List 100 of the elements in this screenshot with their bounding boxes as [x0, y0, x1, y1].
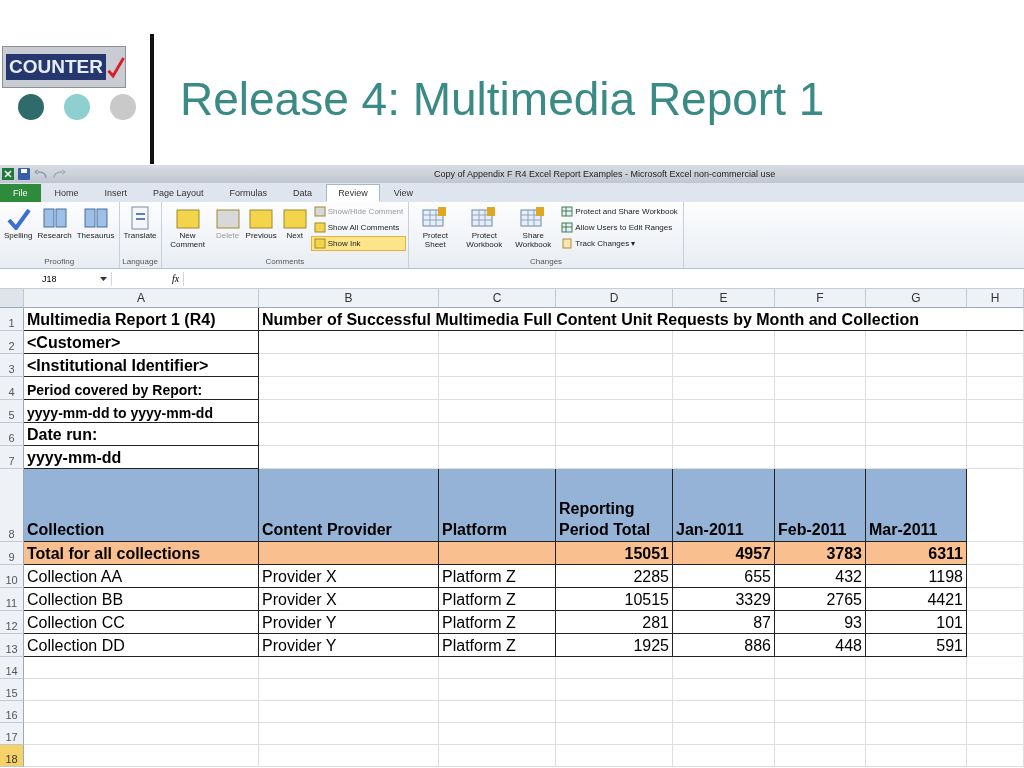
ribbon-button[interactable]: Translate	[121, 204, 159, 243]
column-header[interactable]: A	[24, 289, 259, 308]
table-cell: 4421	[866, 588, 967, 611]
column-header[interactable]: H	[967, 289, 1024, 308]
save-icon[interactable]	[18, 168, 30, 180]
note-icon	[174, 206, 201, 230]
table-cell: Collection	[24, 469, 259, 542]
ribbon-button[interactable]: Protect and Share Workbook	[558, 204, 681, 219]
ribbon-tab[interactable]: Page Layout	[141, 184, 216, 202]
window-title: Copy of Appendix F R4 Excel Report Examples - Microsoft Excel non-commercial use	[433, 169, 776, 179]
table-cell: 281	[556, 611, 673, 634]
name-box[interactable]: J18	[0, 271, 112, 286]
ribbon-tab[interactable]: Data	[281, 184, 325, 202]
table-cell	[967, 634, 1024, 657]
table-cell: 10515	[556, 588, 673, 611]
grid-icon	[422, 206, 449, 230]
ribbon-tab[interactable]: Home	[42, 184, 91, 202]
ribbon-button[interactable]: Protect Sheet	[411, 204, 460, 252]
row-header[interactable]: 6	[0, 423, 24, 446]
grid-icon	[471, 206, 498, 230]
ribbon-button[interactable]: Share Workbook	[509, 204, 558, 252]
table-cell: Platform Z	[439, 634, 556, 657]
table-cell: 591	[866, 634, 967, 657]
table-cell: 101	[866, 611, 967, 634]
file-tab[interactable]: File	[0, 184, 41, 202]
ribbon-button[interactable]: Show All Comments	[310, 220, 407, 235]
row-header[interactable]: 9	[0, 542, 24, 565]
table-cell	[967, 400, 1024, 423]
column-header[interactable]: F	[775, 289, 866, 308]
row-header[interactable]: 5	[0, 400, 24, 423]
ribbon-button[interactable]: Track Changes ▾	[558, 236, 681, 251]
table-cell	[967, 611, 1024, 634]
table-cell: Content Provider	[259, 469, 439, 542]
table-cell	[967, 542, 1024, 565]
row-header[interactable]: 4	[0, 377, 24, 400]
table-cell: Provider Y	[259, 611, 439, 634]
note-icon	[281, 206, 308, 230]
column-header[interactable]: E	[673, 289, 775, 308]
table-cell: 87	[673, 611, 775, 634]
ribbon-button[interactable]: Show Ink	[310, 236, 407, 251]
function-label[interactable]: fx	[168, 273, 184, 284]
row-header[interactable]: 11	[0, 588, 24, 611]
book-icon	[82, 206, 109, 230]
ribbon-button[interactable]: Thesaurus	[74, 204, 117, 243]
row-header[interactable]: 15	[0, 679, 24, 701]
row-header[interactable]: 17	[0, 723, 24, 745]
column-header[interactable]: D	[556, 289, 673, 308]
note-icon	[214, 206, 241, 230]
table-cell	[967, 446, 1024, 469]
excel-icon[interactable]	[2, 168, 14, 180]
spell-check-icon	[5, 206, 32, 230]
table-cell: Provider X	[259, 565, 439, 588]
group-label: Comments	[264, 257, 306, 268]
ribbon-button[interactable]: Research	[35, 204, 74, 243]
row-header[interactable]: 12	[0, 611, 24, 634]
select-all-corner[interactable]	[0, 289, 24, 308]
row-header[interactable]: 16	[0, 701, 24, 723]
row-header[interactable]: 7	[0, 446, 24, 469]
ribbon-button[interactable]: Next	[279, 204, 310, 243]
column-header[interactable]: B	[259, 289, 439, 308]
table-cell: Number of Successful Multimedia Full Content Unit Requests by Month and Collection	[259, 308, 1024, 331]
table-cell	[967, 331, 1024, 354]
row-header[interactable]: 2	[0, 331, 24, 354]
ribbon-tab[interactable]: Formulas	[217, 184, 280, 202]
table-cell	[967, 588, 1024, 611]
note-icon	[313, 238, 326, 249]
table-cell: Date run:	[24, 423, 259, 446]
note-icon	[313, 222, 326, 233]
ribbon-button[interactable]: Allow Users to Edit Ranges	[558, 220, 681, 235]
table-cell: <Institutional Identifier>	[24, 354, 259, 377]
table-cell	[967, 723, 1024, 745]
column-header[interactable]: G	[866, 289, 967, 308]
column-header[interactable]: C	[439, 289, 556, 308]
redo-icon[interactable]	[52, 169, 66, 179]
table-cell: Platform Z	[439, 611, 556, 634]
row-header[interactable]: 10	[0, 565, 24, 588]
row-header[interactable]: 1	[0, 308, 24, 331]
ribbon-button[interactable]: New Comment	[163, 204, 212, 252]
counter-logo: COUNTER	[2, 46, 126, 88]
ribbon-tab[interactable]: Insert	[92, 184, 140, 202]
row-header[interactable]: 18	[0, 745, 24, 767]
row-header[interactable]: 14	[0, 657, 24, 679]
table-cell	[967, 701, 1024, 723]
ribbon-button[interactable]: Previous	[243, 204, 279, 243]
table-cell	[967, 354, 1024, 377]
table-cell: Collection BB	[24, 588, 259, 611]
table-cell	[967, 423, 1024, 446]
table-cell: 93	[775, 611, 866, 634]
ribbon-tab[interactable]: View	[381, 184, 425, 202]
table-cell: Feb-2011	[775, 469, 866, 542]
row-header[interactable]: 8	[0, 469, 24, 542]
table-cell: <Customer>	[24, 331, 259, 354]
ribbon-button[interactable]: Protect Workbook	[460, 204, 509, 252]
table-cell: Provider Y	[259, 634, 439, 657]
row-header[interactable]: 13	[0, 634, 24, 657]
ribbon-tab[interactable]: Review	[326, 184, 380, 202]
table-cell: Provider X	[259, 588, 439, 611]
row-header[interactable]: 3	[0, 354, 24, 377]
ribbon-button[interactable]: Spelling	[2, 204, 35, 243]
group-label: Language	[121, 257, 159, 268]
